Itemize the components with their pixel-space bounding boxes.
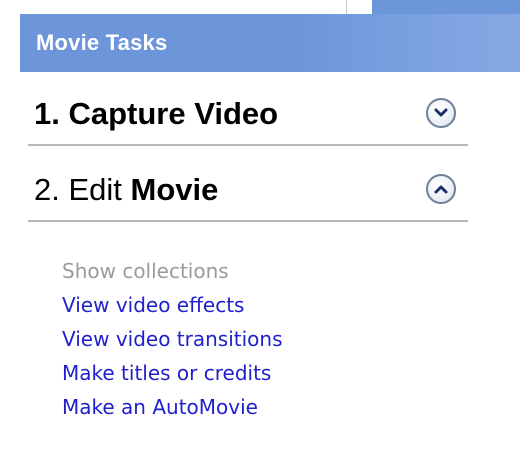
task-make-an-automovie[interactable]: Make an AutoMovie: [62, 390, 283, 424]
task-view-video-transitions[interactable]: View video transitions: [62, 322, 283, 356]
section-capture-video[interactable]: 1. Capture Video: [28, 96, 468, 146]
chevron-up-icon[interactable]: [426, 174, 456, 204]
section-title[interactable]: 1. Capture Video: [34, 96, 278, 132]
movie-tasks-title: Movie Tasks: [36, 30, 168, 55]
task-make-titles-or-credits[interactable]: Make titles or credits: [62, 356, 283, 390]
edit-movie-task-list: Show collections View video effects View…: [62, 254, 283, 424]
section-number: 2.: [34, 172, 60, 207]
section-title[interactable]: 2. Edit Movie: [34, 172, 218, 208]
top-strip-left: [0, 0, 347, 14]
section-divider: [28, 144, 468, 146]
section-label-edit: Edit: [68, 172, 131, 207]
section-edit-movie[interactable]: 2. Edit Movie: [28, 172, 468, 222]
section-label: Capture Video: [68, 96, 279, 131]
chevron-down-icon[interactable]: [426, 98, 456, 128]
section-label-movie: Movie: [130, 172, 219, 207]
task-show-collections: Show collections: [62, 259, 229, 283]
task-view-video-effects[interactable]: View video effects: [62, 288, 283, 322]
top-strip-right: [372, 0, 520, 14]
section-divider: [28, 220, 468, 222]
top-strip: [0, 0, 520, 14]
section-number: 1.: [34, 96, 60, 131]
